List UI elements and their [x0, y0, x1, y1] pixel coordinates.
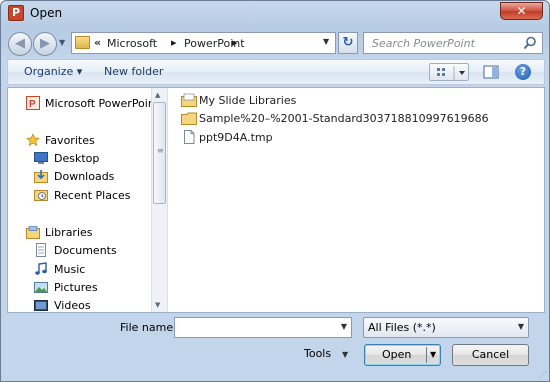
navigation-pane[interactable]: P Microsoft PowerPoint Favorites Desktop [8, 88, 151, 312]
downloads-icon [34, 170, 48, 183]
address-bar[interactable]: « Microsoft ▸ PowerPoint ▸ ▼ [71, 32, 336, 54]
nav-item-pictures[interactable]: Pictures [34, 280, 150, 296]
folder-icon [181, 112, 197, 125]
file-name-label: File name: [120, 321, 177, 334]
nav-item-recent-places[interactable]: Recent Places [34, 188, 150, 204]
libraries-icon [26, 226, 40, 239]
videos-icon [34, 300, 48, 311]
file-name-input[interactable]: ▼ [174, 317, 352, 338]
pane-divider[interactable] [167, 88, 168, 312]
tools-menu[interactable]: Tools [304, 347, 331, 360]
svg-text:P: P [29, 99, 36, 110]
address-overflow-chevron[interactable]: « [94, 36, 101, 49]
recent-places-icon [34, 190, 48, 201]
tools-dropdown-icon[interactable]: ▼ [342, 350, 348, 359]
search-input[interactable]: Search PowerPoint [372, 37, 475, 50]
star-icon [26, 133, 40, 147]
nav-item-libraries[interactable]: Libraries [26, 225, 150, 241]
file-list[interactable]: My Slide Libraries Sample%20–%2001-Stand… [178, 88, 543, 312]
nav-item-favorites[interactable]: Favorites [26, 133, 150, 149]
file-item-my-slide-libraries[interactable]: My Slide Libraries [178, 93, 318, 109]
nav-item-label: Documents [54, 244, 117, 257]
documents-icon [36, 243, 46, 257]
nav-item-label: Recent Places [54, 189, 131, 202]
nav-item-label: Libraries [45, 226, 93, 239]
nav-item-label: Videos [54, 299, 91, 312]
file-name: My Slide Libraries [199, 94, 297, 107]
nav-item-label: Downloads [54, 170, 115, 183]
back-button[interactable]: ◀ [8, 32, 32, 56]
search-icon[interactable] [523, 36, 537, 50]
folder-icon [75, 36, 90, 49]
help-icon[interactable]: ? [515, 64, 531, 80]
nav-item-label: Microsoft PowerPoint [45, 97, 151, 110]
nav-item-desktop[interactable]: Desktop [34, 151, 150, 167]
nav-item-videos[interactable]: Videos [34, 298, 150, 312]
organize-menu[interactable]: Organize ▾ [24, 65, 82, 78]
scroll-down-arrow-icon[interactable]: ▼ [155, 301, 160, 309]
file-type-select[interactable]: All Files (*.*) ▼ [363, 317, 529, 338]
open-split-divider [426, 347, 427, 363]
open-options-dropdown-icon[interactable]: ▼ [430, 350, 436, 359]
open-button-label: Open [382, 348, 412, 361]
file-item-ppt9d4a-tmp[interactable]: ppt9D4A.tmp [178, 130, 298, 146]
breadcrumb-chevron[interactable]: ▸ [232, 36, 238, 49]
preview-pane-icon[interactable] [483, 64, 499, 80]
browser-panes: P Microsoft PowerPoint Favorites Desktop [7, 87, 545, 313]
breadcrumb-microsoft[interactable]: Microsoft [107, 37, 157, 50]
file-name-dropdown-icon[interactable]: ▼ [341, 322, 347, 331]
file-type-dropdown-icon[interactable]: ▼ [518, 322, 524, 331]
nav-item-documents[interactable]: Documents [34, 243, 150, 259]
nav-item-label: Pictures [54, 281, 98, 294]
nav-item-label: Desktop [54, 152, 100, 165]
title-bar: P Open ✕ [1, 1, 549, 27]
nav-item-downloads[interactable]: Downloads [34, 169, 150, 185]
command-bar: Organize ▾ New folder ? [7, 59, 545, 85]
address-dropdown-icon[interactable]: ▼ [323, 37, 329, 46]
refresh-button[interactable]: ↻ [338, 32, 358, 54]
music-icon [35, 262, 47, 275]
new-folder-button[interactable]: New folder [104, 65, 163, 78]
breadcrumb-chevron[interactable]: ▸ [171, 36, 177, 49]
powerpoint-app-icon: P [8, 5, 24, 21]
pictures-icon [34, 282, 48, 293]
cancel-button[interactable]: Cancel [452, 344, 529, 366]
search-box[interactable]: Search PowerPoint [363, 32, 543, 54]
open-dialog: P Open ✕ ◀ ▶ ▼ « Microsoft ▸ PowerPoint … [0, 0, 550, 382]
file-icon [184, 130, 195, 144]
desktop-icon [34, 152, 48, 164]
file-item-sample-folder[interactable]: Sample%20–%2001-Standard3037188109976196… [178, 111, 489, 127]
nav-item-music[interactable]: Music [34, 262, 150, 278]
nav-item-label: Music [54, 263, 86, 276]
views-icon [437, 66, 465, 80]
scroll-thumb[interactable]: ≡ [153, 102, 166, 204]
close-button[interactable]: ✕ [500, 2, 543, 20]
nav-item-microsoft-powerpoint[interactable]: P Microsoft PowerPoint [26, 96, 151, 112]
nav-item-label: Favorites [45, 134, 95, 147]
window-title: Open [30, 6, 63, 20]
forward-button[interactable]: ▶ [33, 32, 57, 56]
file-name: Sample%20–%2001-Standard3037188109976196… [199, 112, 489, 125]
navigation-scrollbar[interactable]: ▲ ≡ ▼ [151, 88, 167, 312]
file-type-value: All Files (*.*) [368, 321, 436, 334]
resize-grip-icon[interactable]: ⋰ [539, 370, 547, 379]
scroll-up-arrow-icon[interactable]: ▲ [155, 91, 160, 99]
file-name: ppt9D4A.tmp [199, 131, 273, 144]
slide-library-icon [181, 93, 197, 107]
scroll-grip-icon: ≡ [157, 146, 164, 155]
recent-locations-dropdown[interactable]: ▼ [59, 38, 65, 47]
change-view-button[interactable] [429, 63, 469, 81]
powerpoint-icon: P [26, 96, 40, 110]
